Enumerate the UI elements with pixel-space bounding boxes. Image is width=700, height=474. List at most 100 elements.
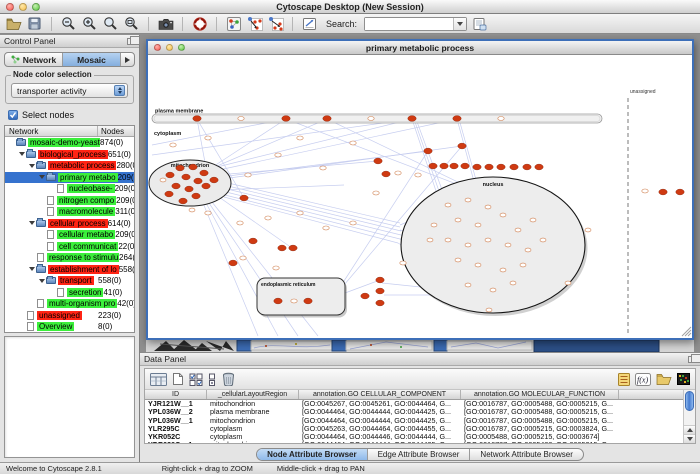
scrollbar-thumb[interactable] <box>685 391 694 411</box>
tree-row[interactable]: cellular metabo209(0) <box>5 229 134 241</box>
tree-row[interactable]: response to stimulu264(0) <box>5 252 134 264</box>
search-combo <box>364 17 467 31</box>
tree-row[interactable]: mosaic-demo-yeast874(0) <box>5 137 134 149</box>
plasma-membrane-region[interactable]: plasma membrane <box>152 109 602 124</box>
table-row[interactable]: YKR052Ccytoplasm[GO:0044464, GO:0044446,… <box>145 433 695 441</box>
folder-icon <box>16 139 26 146</box>
column-header-id[interactable]: ID <box>145 390 207 399</box>
file-icon <box>47 230 54 239</box>
dropdown-arrows-icon <box>114 85 125 96</box>
tree-row[interactable]: nitrogen compo209(0) <box>5 195 134 207</box>
search-label: Search: <box>326 19 357 29</box>
zoom-view-button[interactable] <box>178 44 185 51</box>
endoplasmic-reticulum-region[interactable]: endoplasmic reticulum <box>257 278 347 318</box>
tabs-overflow-button[interactable] <box>121 53 134 66</box>
birdseye-view-panel[interactable] <box>4 336 135 458</box>
expand-arrow-icon[interactable] <box>38 279 46 283</box>
layout-icon-2[interactable] <box>267 16 284 32</box>
tab-mosaic[interactable]: Mosaic <box>63 53 121 66</box>
table-row[interactable]: YPL036W__2plasma membrane[GO:0044464, GO… <box>145 408 695 416</box>
import-attributes-icon[interactable] <box>471 16 488 32</box>
tree-row[interactable]: nucleobase-209(0) <box>5 183 134 195</box>
search-input[interactable] <box>365 18 453 30</box>
select-nodes-checkbox[interactable] <box>8 110 18 120</box>
tree-row[interactable]: transport558(0) <box>5 275 134 287</box>
select-attributes-icon[interactable] <box>189 373 203 386</box>
tree-row[interactable]: macromolecule311(0) <box>5 206 134 218</box>
zoom-selected-icon[interactable] <box>102 16 119 32</box>
tree-row[interactable]: unassigned223(0) <box>5 310 134 322</box>
tab-network[interactable]: Network <box>5 53 63 66</box>
float-panel-icon[interactable] <box>127 38 135 45</box>
select-nodes-label: Select nodes <box>22 110 74 120</box>
delete-attribute-icon[interactable] <box>222 372 235 386</box>
import-attribute-file-icon[interactable] <box>656 373 672 385</box>
node-color-dropdown[interactable]: transporter activity <box>11 83 128 98</box>
file-icon <box>37 253 44 262</box>
status-pan-hint: Middle-click + drag to PAN <box>277 464 365 473</box>
function-builder-icon[interactable]: f(x) <box>635 373 651 386</box>
svg-text:endoplasmic reticulum: endoplasmic reticulum <box>261 282 316 288</box>
tree-row[interactable]: cellular process614(0) <box>5 218 134 230</box>
vizmapper-icon[interactable] <box>225 16 242 32</box>
layout-icon-1[interactable] <box>246 16 263 32</box>
control-panel-title: Control Panel <box>4 36 56 46</box>
tree-row[interactable]: Overview8(0) <box>5 321 134 333</box>
save-icon[interactable] <box>26 16 43 32</box>
tab-network-attribute-browser[interactable]: Network Attribute Browser <box>470 449 582 460</box>
column-header-molecular-function[interactable]: annotation.GO MOLECULAR_FUNCTION <box>461 390 619 399</box>
open-icon[interactable] <box>5 16 22 32</box>
expand-arrow-icon[interactable] <box>28 164 36 168</box>
zoom-in-icon[interactable] <box>81 16 98 32</box>
float-panel-icon[interactable] <box>688 356 696 363</box>
zoom-out-icon[interactable] <box>60 16 77 32</box>
zoom-fit-icon[interactable] <box>123 16 140 32</box>
svg-text:plasma membrane: plasma membrane <box>155 109 203 115</box>
snapshot-icon[interactable] <box>157 16 174 32</box>
expand-arrow-icon[interactable] <box>28 221 36 225</box>
minimize-view-button[interactable] <box>166 44 173 51</box>
tree-row[interactable]: cell communicat22(0) <box>5 241 134 253</box>
tree-row[interactable]: multi-organism pro42(0) <box>5 298 134 310</box>
tree-row[interactable]: metabolic process280(0) <box>5 160 134 172</box>
table-row[interactable]: YJR121W__1mitochondrion[GO:0045267, GO:0… <box>145 400 695 408</box>
tree-row[interactable]: establishment of lo558(0) <box>5 264 134 276</box>
network-view-window[interactable]: primary metabolic process <box>146 39 694 340</box>
tree-row[interactable]: secretion41(0) <box>5 287 134 299</box>
column-header-cellular-component[interactable]: annotation.GO CELLULAR_COMPONENT <box>299 390 461 399</box>
table-row[interactable]: YPL036W__1mitochondrion[GO:0044464, GO:0… <box>145 417 695 425</box>
scroll-up-button[interactable] <box>684 425 695 434</box>
folder-icon <box>36 162 46 169</box>
annotation-icon[interactable] <box>301 16 318 32</box>
search-dropdown-button[interactable] <box>453 18 466 30</box>
network-graph[interactable]: plasma membrane cytoplasm mitochondrion … <box>148 55 692 337</box>
attribute-list-icon[interactable] <box>618 373 630 386</box>
data-panel-header: Data Panel <box>140 353 700 366</box>
tree-row[interactable]: biological_process651(0) <box>5 149 134 161</box>
tab-edge-attribute-browser[interactable]: Edge Attribute Browser <box>368 449 471 460</box>
tree-row-selected[interactable]: primary metabo209(... <box>5 172 134 184</box>
column-header-region[interactable]: _cellularLayoutRegion <box>207 390 299 399</box>
scroll-down-button[interactable] <box>684 434 695 443</box>
table-row[interactable]: YLR295Ccytoplasm[GO:0045263, GO:0044464,… <box>145 425 695 433</box>
close-view-button[interactable] <box>154 44 161 51</box>
network-window-titlebar[interactable]: primary metabolic process <box>148 41 692 55</box>
table-scrollbar[interactable] <box>683 390 695 443</box>
expand-arrow-icon[interactable] <box>18 152 26 156</box>
expand-arrow-icon[interactable] <box>38 175 46 179</box>
new-attribute-icon[interactable] <box>172 372 184 386</box>
main-toolbar: Search: <box>0 14 700 34</box>
window-resize-grip[interactable] <box>682 327 691 336</box>
background-windows-strip <box>146 338 694 352</box>
network-canvas[interactable]: plasma membrane cytoplasm mitochondrion … <box>148 55 692 337</box>
attribute-table-icon[interactable] <box>150 373 167 386</box>
unselect-attributes-icon[interactable] <box>208 373 217 386</box>
folder-icon <box>46 277 56 284</box>
matrix-view-icon[interactable] <box>677 373 690 385</box>
tab-node-attribute-browser[interactable]: Node Attribute Browser <box>257 449 368 460</box>
right-column: primary metabolic process <box>140 35 700 462</box>
expand-arrow-icon[interactable] <box>28 267 36 271</box>
redraw-network-icon[interactable] <box>191 16 208 32</box>
node-color-dropdown-value: transporter activity <box>17 86 86 96</box>
table-row[interactable]: YDR039C__1mitochondrion[GO:0044464, GO:0… <box>145 441 695 443</box>
